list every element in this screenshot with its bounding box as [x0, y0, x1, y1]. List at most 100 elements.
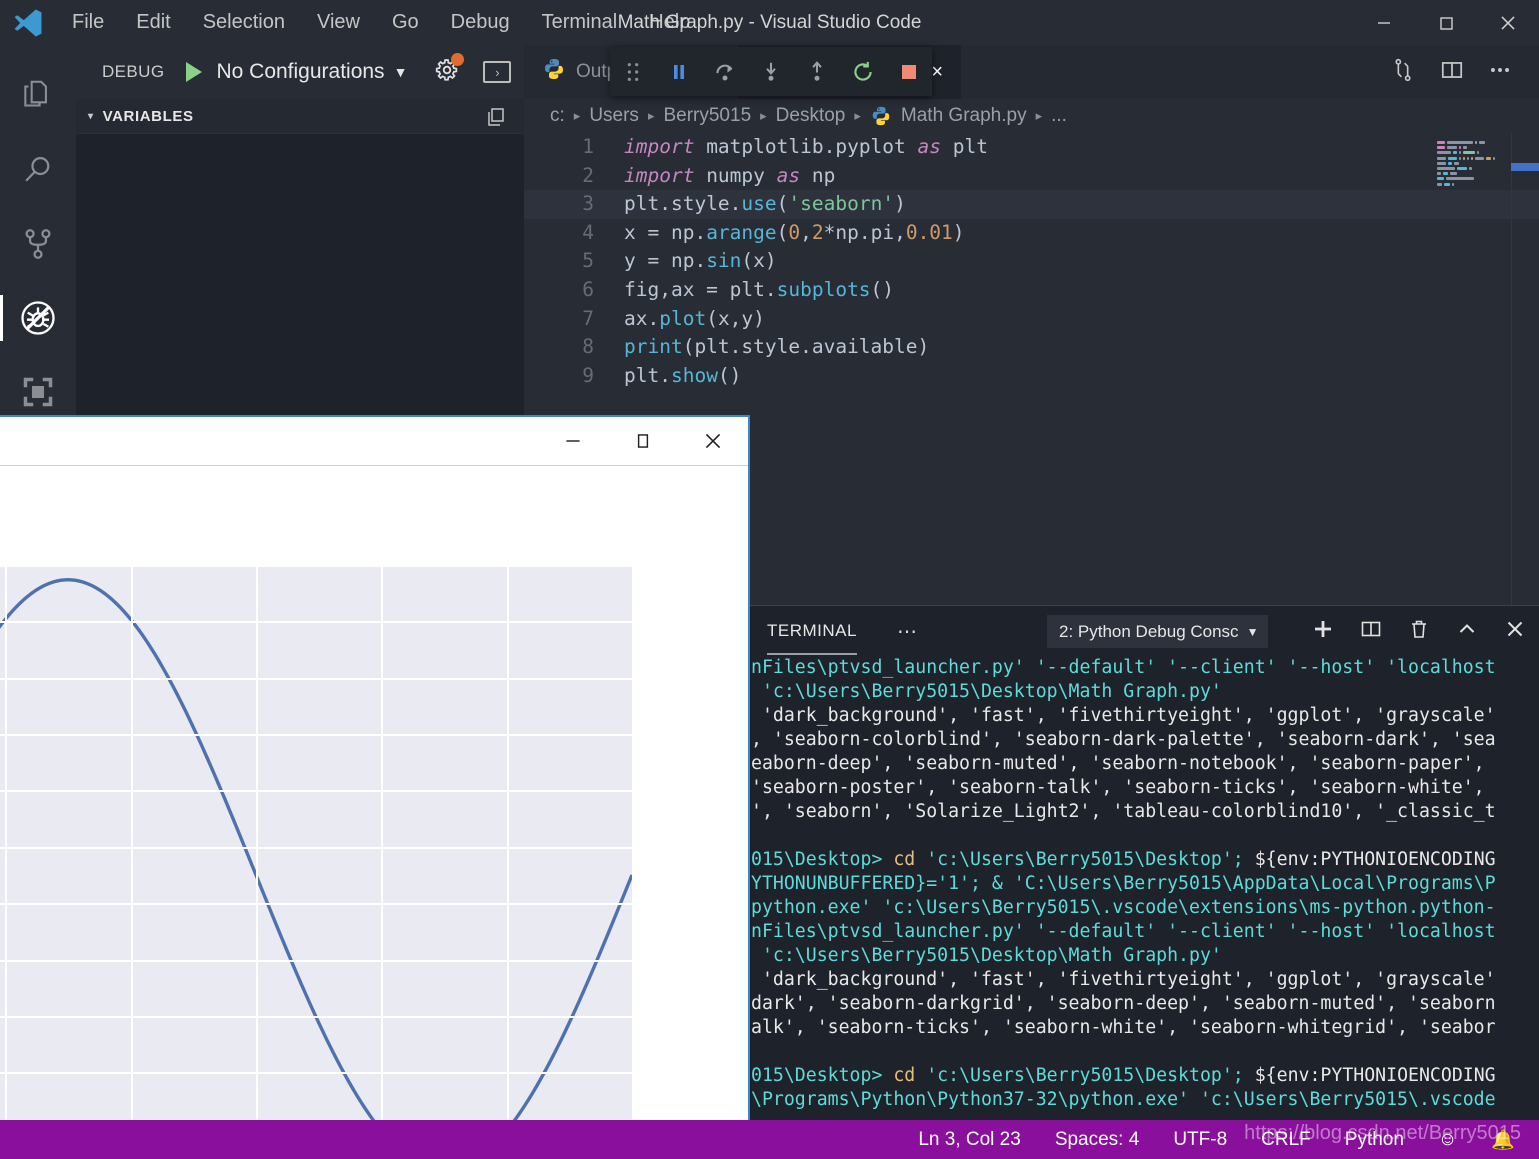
gridline-horizontal: [0, 677, 632, 680]
restart-icon[interactable]: [840, 47, 886, 96]
code-text: print(plt.style.available): [624, 335, 930, 359]
code-text: ax.plot(x,y): [624, 306, 765, 330]
code-line[interactable]: 1 import matplotlib.pyplot as plt: [524, 133, 1539, 162]
pause-icon[interactable]: [656, 47, 702, 96]
title-bar: File Edit Selection View Go Debug Termin…: [0, 0, 1539, 45]
sidebar-item-source-control[interactable]: [0, 207, 76, 281]
menu-terminal[interactable]: Terminal: [526, 0, 634, 45]
breadcrumb-part-5[interactable]: ...: [1051, 105, 1067, 127]
code-line[interactable]: 6 fig,ax = plt.subplots(): [524, 276, 1539, 305]
new-terminal-icon[interactable]: [1311, 617, 1335, 646]
code-text: x = np.arange(0,2*np.pi,0.01): [624, 220, 965, 244]
window-controls[interactable]: [1353, 0, 1539, 45]
terminal-output[interactable]: nFiles\ptvsd_launcher.py' '--default' '-…: [747, 656, 1539, 1120]
split-editor-icon[interactable]: [1439, 57, 1465, 88]
line-number: 1: [582, 135, 594, 158]
code-text: plt.show(): [624, 363, 742, 387]
line-number: 4: [582, 220, 594, 244]
step-over-icon[interactable]: [702, 47, 748, 96]
more-actions-icon[interactable]: [1487, 57, 1513, 88]
menu-file[interactable]: File: [56, 0, 120, 45]
close-panel-icon[interactable]: [1503, 617, 1527, 646]
menu-selection[interactable]: Selection: [187, 0, 301, 45]
panel-action-bar: [1311, 606, 1527, 656]
code-line[interactable]: 9 plt.show(): [524, 362, 1539, 391]
status-language-mode[interactable]: Python: [1345, 1129, 1404, 1151]
vscode-window: File Edit Selection View Go Debug Termin…: [0, 0, 1539, 1159]
grip-icon[interactable]: [610, 47, 656, 96]
matplotlib-figure-window[interactable]: [0, 415, 750, 1159]
variables-section-header[interactable]: ▾ VARIABLES: [76, 99, 524, 133]
chevron-down-icon[interactable]: ▼: [1247, 625, 1259, 639]
close-icon[interactable]: ×: [931, 61, 943, 84]
status-indentation[interactable]: Spaces: 4: [1055, 1129, 1140, 1151]
code-line[interactable]: 2 import numpy as np: [524, 162, 1539, 191]
line-number: 2: [582, 163, 594, 187]
play-icon[interactable]: [186, 62, 203, 82]
code-line[interactable]: 5 y = np.sin(x): [524, 247, 1539, 276]
menu-bar[interactable]: File Edit Selection View Go Debug Termin…: [56, 0, 706, 45]
kill-terminal-icon[interactable]: [1407, 617, 1431, 646]
status-cursor-position[interactable]: Ln 3, Col 23: [918, 1129, 1020, 1151]
breadcrumb-separator: ▸: [1035, 108, 1043, 123]
close-icon[interactable]: [678, 417, 748, 465]
scrollbar-thumb[interactable]: [1511, 163, 1539, 171]
breadcrumb-part-1[interactable]: Users: [589, 105, 639, 127]
split-terminal-icon[interactable]: [1359, 617, 1383, 646]
split-compare-icon[interactable]: [1389, 56, 1417, 89]
debug-toolbar: [610, 47, 932, 96]
open-debug-console-icon[interactable]: ›: [483, 61, 512, 83]
minimize-icon[interactable]: [538, 417, 608, 465]
sidebar-item-explorer[interactable]: [0, 59, 76, 133]
sidebar-item-debug[interactable]: [0, 281, 76, 355]
copy-icon[interactable]: [484, 105, 508, 133]
terminal-line: ', 'seaborn', 'Solarize_Light2', 'tablea…: [751, 801, 1496, 822]
code-text: fig,ax = plt.subplots(): [624, 277, 895, 301]
maximize-icon[interactable]: [1415, 0, 1477, 45]
tab-terminal[interactable]: TERMINAL: [767, 621, 857, 655]
stop-icon[interactable]: [886, 47, 932, 96]
breadcrumb-part-2[interactable]: Berry5015: [663, 105, 751, 127]
terminal-instance-select[interactable]: 2: Python Debug Consc ▼: [1047, 615, 1269, 648]
breadcrumb[interactable]: c: ▸ Users ▸ Berry5015 ▸ Desktop ▸ Math …: [524, 99, 1539, 133]
terminal-line: 'seaborn-poster', 'seaborn-talk', 'seabo…: [751, 777, 1485, 798]
step-into-icon[interactable]: [748, 47, 794, 96]
breadcrumb-part-3[interactable]: Desktop: [776, 105, 846, 127]
menu-debug[interactable]: Debug: [435, 0, 526, 45]
status-eol[interactable]: CRLF: [1261, 1129, 1311, 1151]
more-icon[interactable]: ⋯: [897, 619, 919, 644]
menu-go[interactable]: Go: [376, 0, 435, 45]
line-number: 8: [582, 335, 594, 359]
code-line[interactable]: 7 ax.plot(x,y): [524, 305, 1539, 334]
vscode-logo-icon: [0, 0, 56, 45]
line-number: 7: [582, 306, 594, 330]
chevron-down-icon[interactable]: ▼: [394, 64, 408, 80]
breadcrumb-part-4[interactable]: Math Graph.py: [901, 105, 1027, 127]
breadcrumb-part-0[interactable]: c:: [550, 105, 565, 127]
status-encoding[interactable]: UTF-8: [1173, 1129, 1227, 1151]
terminal-instance-label: 2: Python Debug Consc: [1059, 621, 1239, 641]
code-line[interactable]: 8 print(plt.style.available): [524, 333, 1539, 362]
minimize-icon[interactable]: [1353, 0, 1415, 45]
python-icon: [870, 105, 892, 127]
terminal-line: , 'seaborn-colorblind', 'seaborn-dark-pa…: [751, 729, 1496, 750]
line-number: 6: [582, 277, 594, 301]
menu-edit[interactable]: Edit: [120, 0, 186, 45]
code-line[interactable]: 4 x = np.arange(0,2*np.pi,0.01): [524, 219, 1539, 248]
notifications-bell-icon[interactable]: 🔔: [1491, 1128, 1515, 1152]
maximize-panel-icon[interactable]: [1455, 617, 1479, 646]
gear-icon[interactable]: [433, 52, 465, 89]
menu-help[interactable]: Help: [633, 0, 706, 45]
terminal-line: eaborn-deep', 'seaborn-muted', 'seaborn-…: [751, 753, 1485, 774]
menu-view[interactable]: View: [301, 0, 376, 45]
code-line[interactable]: 3 plt.style.use('seaborn'): [524, 190, 1539, 219]
figure-canvas: [0, 466, 748, 1157]
chevron-down-icon[interactable]: ▾: [88, 111, 94, 122]
feedback-smiley-icon[interactable]: ☺: [1438, 1129, 1457, 1151]
sidebar-item-search[interactable]: [0, 133, 76, 207]
close-icon[interactable]: [1477, 0, 1539, 45]
maximize-icon[interactable]: [608, 417, 678, 465]
step-out-icon[interactable]: [794, 47, 840, 96]
debug-configuration-select[interactable]: No Configurations: [216, 60, 384, 84]
